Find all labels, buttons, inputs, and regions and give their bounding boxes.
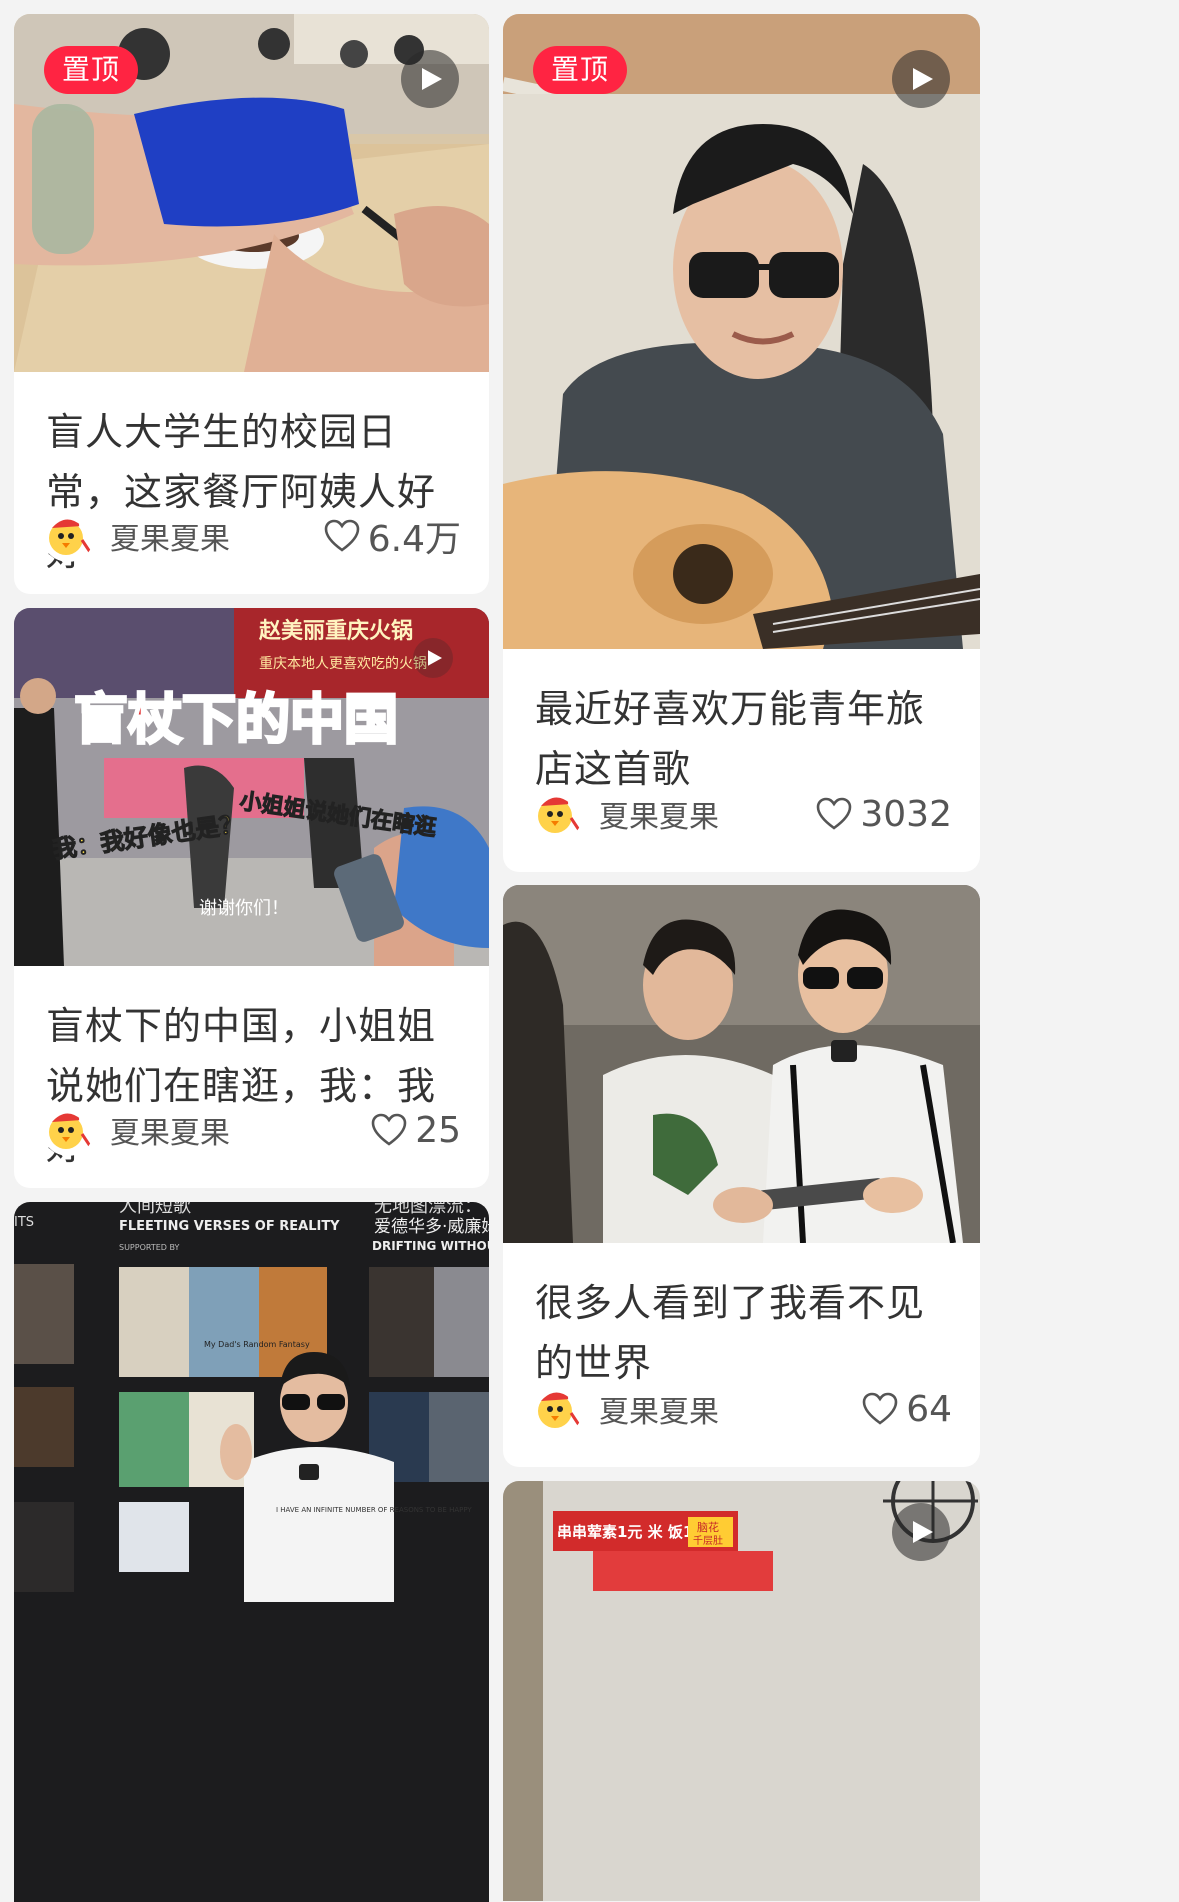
cover-text: DRIFTING WITHOUT A MAP: — [372, 1239, 489, 1253]
chick-avatar[interactable] — [42, 510, 94, 562]
heart-outline-icon — [371, 1113, 407, 1146]
chick-avatar[interactable] — [531, 1383, 583, 1435]
cover-image: 赵美丽重庆火锅 重庆本地人更喜欢吃的火锅 盲杖下的中国 小姐姐说她们在瞎逛 我：… — [14, 608, 489, 966]
cover-image: 置顶 — [14, 14, 489, 372]
like-button[interactable]: 25 — [371, 1110, 461, 1151]
heart-outline-icon — [862, 1392, 898, 1425]
heart-outline-icon — [324, 519, 360, 552]
cover-sign-text: 赵美丽重庆火锅 — [258, 618, 413, 644]
note-title: 很多人看到了我看不见的世界 — [535, 1281, 926, 1385]
chick-avatar[interactable] — [42, 1104, 94, 1156]
like-button[interactable]: 6.4万 — [324, 510, 461, 562]
like-count: 6.4万 — [367, 519, 461, 560]
pinned-badge: 置顶 — [533, 46, 628, 94]
note-card[interactable]: 串串荤素1元 米 饭1元/碗 脑花 千层肚 — [503, 1481, 980, 1901]
play-icon[interactable] — [413, 638, 453, 678]
cover-headline: 盲杖下的中国 — [74, 688, 398, 751]
note-card[interactable]: 置顶 最近好喜欢万能青年旅店这首歌 夏果夏果 3032 — [503, 14, 980, 872]
note-title: 最近好喜欢万能青年旅店这首歌 — [535, 687, 926, 791]
note-card[interactable]: 置顶 盲人大学生的校园日常，这家餐厅阿姨人好好 夏果夏果 — [14, 14, 489, 594]
author-name[interactable]: 夏果夏果 — [599, 792, 816, 836]
cover-sign-subtext: 重庆本地人更喜欢吃的火锅 — [259, 656, 427, 672]
cover-text: ITS — [14, 1215, 34, 1230]
cover-text: I HAVE AN INFINITE NUMBER OF REASONS TO … — [276, 1506, 472, 1514]
note-meta: 夏果夏果 25 — [42, 1102, 461, 1158]
cover-image: 置顶 — [503, 14, 980, 649]
cover-text: My Dad's Random Fantasy — [204, 1340, 310, 1349]
like-count: 25 — [415, 1109, 461, 1151]
play-icon[interactable] — [892, 50, 950, 108]
chick-avatar[interactable] — [531, 788, 583, 840]
play-icon[interactable] — [892, 1503, 950, 1561]
note-card[interactable]: 很多人看到了我看不见的世界 夏果夏果 64 — [503, 885, 980, 1467]
note-card[interactable]: 人间短歌 FLEETING VERSES OF REALITY SUPPORTE… — [14, 1202, 489, 1902]
author-name[interactable]: 夏果夏果 — [599, 1387, 862, 1431]
cover-text: SUPPORTED BY — [119, 1243, 180, 1252]
note-meta: 夏果夏果 3032 — [531, 786, 952, 842]
like-count: 3032 — [860, 793, 952, 835]
cover-sign-text: 千层肚 — [693, 1535, 723, 1547]
author-name[interactable]: 夏果夏果 — [110, 1108, 371, 1152]
note-meta: 夏果夏果 64 — [531, 1381, 952, 1437]
note-card[interactable]: 赵美丽重庆火锅 重庆本地人更喜欢吃的火锅 盲杖下的中国 小姐姐说她们在瞎逛 我：… — [14, 608, 489, 1188]
cover-caption: 谢谢你们！ — [199, 898, 289, 919]
cover-image: 人间短歌 FLEETING VERSES OF REALITY SUPPORTE… — [14, 1202, 489, 1902]
like-button[interactable]: 3032 — [816, 794, 952, 835]
cover-text: 人间短歌 — [119, 1202, 191, 1217]
play-icon[interactable] — [401, 50, 459, 108]
cover-image: 串串荤素1元 米 饭1元/碗 脑花 千层肚 — [503, 1481, 980, 1901]
like-count: 64 — [906, 1388, 952, 1430]
cover-image — [503, 885, 980, 1243]
cover-text: 爱德华多·威廉姆 — [374, 1217, 489, 1237]
like-button[interactable]: 64 — [862, 1389, 952, 1430]
note-feed: 置顶 盲人大学生的校园日常，这家餐厅阿姨人好好 夏果夏果 — [0, 0, 1179, 1902]
pinned-badge: 置顶 — [44, 46, 139, 94]
cover-sign-text: 脑花 — [697, 1521, 719, 1534]
note-meta: 夏果夏果 6.4万 — [42, 508, 461, 564]
author-name[interactable]: 夏果夏果 — [110, 514, 324, 558]
cover-text: FLEETING VERSES OF REALITY — [119, 1219, 340, 1234]
heart-outline-icon — [817, 797, 852, 830]
cover-text: 无地图漂流： — [374, 1202, 482, 1217]
